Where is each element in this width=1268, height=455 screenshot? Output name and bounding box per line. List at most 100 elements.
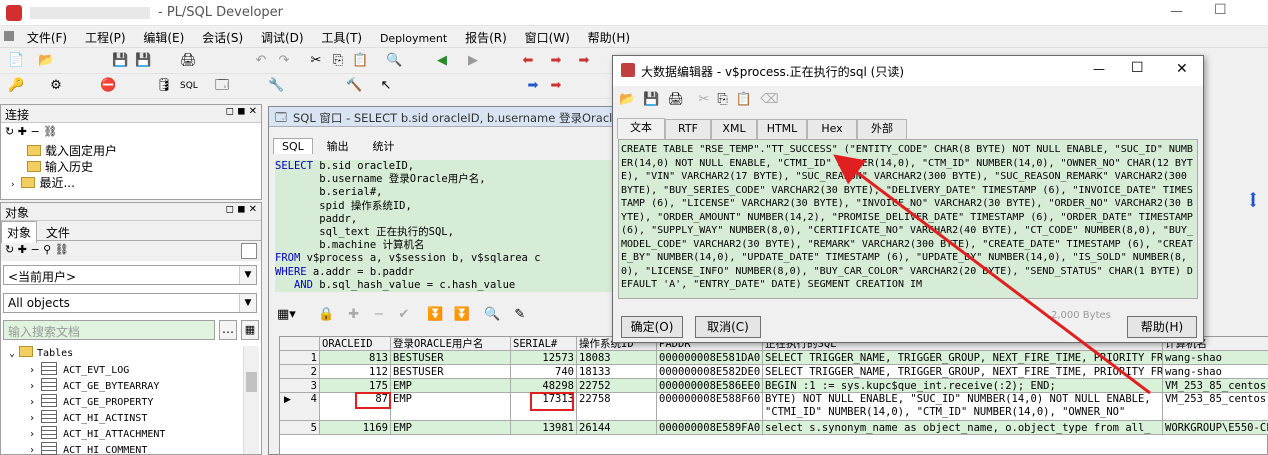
- add-icon[interactable]: ✚: [18, 125, 27, 138]
- tab-objects[interactable]: 对象: [1, 221, 38, 243]
- username-cell[interactable]: EMP: [391, 379, 511, 393]
- stop-icon[interactable]: ⛔: [100, 78, 116, 94]
- cut-icon[interactable]: ✂: [698, 92, 709, 107]
- expand-icon[interactable]: ›: [29, 429, 35, 440]
- serial-cell[interactable]: 13981: [511, 421, 577, 435]
- table-item[interactable]: › ACT_HI_ATTACHMENT: [3, 426, 243, 442]
- serial-cell[interactable]: 740: [511, 365, 577, 379]
- username-cell[interactable]: EMP: [391, 421, 511, 435]
- user-combo[interactable]: <当前用户> ▼: [3, 265, 257, 285]
- arrow-right-icon[interactable]: ➡: [548, 53, 564, 69]
- tab-statistics[interactable]: 统计: [362, 137, 404, 155]
- sql-editor[interactable]: SELECT b.sid oracleID, b.username 登录Orac…: [275, 160, 615, 292]
- sql-text-cell[interactable]: BEGIN :1 := sys.kupc$que_int.receive(:2)…: [763, 379, 1163, 393]
- tab-files[interactable]: 文件: [41, 222, 75, 243]
- sql-text-cell[interactable]: SELECT TRIGGER_NAME, TRIGGER_GROUP, NEXT…: [763, 365, 1163, 379]
- lock-icon[interactable]: 🔒: [318, 307, 334, 322]
- os-id-cell[interactable]: 18083: [577, 351, 657, 365]
- menu-window[interactable]: 窗口(W): [518, 26, 577, 49]
- sql-text-cell[interactable]: select s.synonym_name as object_name, o.…: [763, 421, 1163, 435]
- column-header[interactable]: SERIAL#: [511, 337, 577, 351]
- print-icon[interactable]: 🖨: [180, 53, 197, 69]
- expand-icon[interactable]: ›: [29, 365, 35, 376]
- link-icon[interactable]: ⛓: [43, 125, 57, 138]
- paste-icon[interactable]: 📋: [352, 53, 368, 69]
- tab-sql[interactable]: SQL: [273, 138, 313, 154]
- paste-icon[interactable]: 📋: [736, 92, 752, 107]
- paddr-cell[interactable]: 000000008E589FA0: [657, 421, 763, 435]
- tab-html[interactable]: HTML: [757, 119, 807, 139]
- scroll-down-icon[interactable]: ⬇: [1248, 196, 1258, 210]
- os-id-cell[interactable]: 26144: [577, 421, 657, 435]
- menu-icon[interactable]: [4, 31, 14, 41]
- fetch-next-icon[interactable]: ⏬: [427, 307, 443, 322]
- machine-cell[interactable]: VM_253_85_centos: [1163, 393, 1268, 421]
- key-icon[interactable]: 🔑: [8, 78, 24, 94]
- cmd-icon[interactable]: 🗔: [214, 78, 230, 94]
- save-icon[interactable]: 💾: [112, 53, 128, 69]
- menu-debug[interactable]: 调试(D): [254, 26, 311, 49]
- search-input[interactable]: 输入搜索文档: [3, 320, 215, 340]
- tab-output[interactable]: 输出: [317, 137, 359, 155]
- column-header[interactable]: [280, 337, 320, 351]
- wrench-icon[interactable]: 🔨: [346, 78, 362, 94]
- panel-controls[interactable]: ◻ ◼ ✕: [226, 106, 257, 117]
- row-number[interactable]: 1: [280, 351, 320, 365]
- paddr-cell[interactable]: 000000008E581DA0: [657, 351, 763, 365]
- remove-icon[interactable]: −: [30, 125, 39, 138]
- menu-help[interactable]: 帮助(H): [581, 26, 637, 49]
- gear-icon[interactable]: ⚙: [48, 78, 64, 94]
- os-id-cell[interactable]: 22758: [577, 393, 657, 421]
- row-number[interactable]: 2: [280, 365, 320, 379]
- back-icon[interactable]: ◀: [434, 53, 450, 69]
- menu-file[interactable]: 文件(F): [20, 26, 74, 49]
- serial-cell[interactable]: 48298: [511, 379, 577, 393]
- menu-deployment[interactable]: Deployment: [373, 29, 454, 48]
- paddr-cell[interactable]: 000000008E586EE0: [657, 379, 763, 393]
- main-minimize-button[interactable]: —: [1170, 4, 1183, 19]
- ok-button[interactable]: 确定(O): [621, 316, 683, 338]
- open-icon[interactable]: 📂: [38, 53, 54, 69]
- refresh-icon[interactable]: ↻: [5, 125, 14, 138]
- grid-view-icon[interactable]: ▦▾: [277, 307, 296, 322]
- sql-text-cell[interactable]: BYTE) NOT NULL ENABLE, "SUC_ID" NUMBER(1…: [763, 393, 1163, 421]
- grid-icon[interactable]: ▦: [241, 320, 259, 340]
- menu-session[interactable]: 会话(S): [195, 26, 250, 49]
- undo-icon[interactable]: ↶: [253, 53, 269, 69]
- find-icon[interactable]: ⚲: [43, 243, 51, 256]
- username-cell[interactable]: BESTUSER: [391, 351, 511, 365]
- oracleid-cell[interactable]: 813: [320, 351, 391, 365]
- forward-icon[interactable]: ▶: [465, 53, 481, 69]
- remove-icon[interactable]: −: [30, 243, 39, 256]
- expand-icon[interactable]: ›: [11, 180, 15, 190]
- open-icon[interactable]: 📂: [619, 92, 635, 107]
- find-icon[interactable]: 🔍: [386, 53, 402, 69]
- tree-item[interactable]: 输入历史: [11, 159, 261, 175]
- dialog-minimize-button[interactable]: —: [1093, 62, 1105, 76]
- save-icon[interactable]: 💾: [643, 92, 659, 107]
- os-id-cell[interactable]: 22752: [577, 379, 657, 393]
- oracleid-cell[interactable]: 1169: [320, 421, 391, 435]
- filter-checkbox[interactable]: [241, 243, 257, 259]
- row-number[interactable]: 3: [280, 379, 320, 393]
- new-icon[interactable]: 📄: [8, 53, 24, 69]
- filter-combo[interactable]: All objects ▼: [3, 293, 257, 313]
- tree-item[interactable]: 载入固定用户: [11, 143, 261, 159]
- serial-cell[interactable]: 12573: [511, 351, 577, 365]
- menu-tools[interactable]: 工具(T): [314, 26, 369, 49]
- panel-controls[interactable]: ◻ ◼ ✕: [226, 204, 257, 215]
- table-item[interactable]: › ACT_GE_BYTEARRAY: [3, 378, 243, 394]
- expand-icon[interactable]: ›: [29, 445, 35, 455]
- expand-icon[interactable]: ›: [29, 397, 35, 408]
- username-cell[interactable]: EMP: [391, 393, 511, 421]
- machine-cell[interactable]: wang-shao: [1163, 351, 1268, 365]
- help-button[interactable]: 帮助(H): [1127, 316, 1197, 338]
- link-icon[interactable]: ⛓: [55, 243, 69, 256]
- db-icon[interactable]: 🛢: [156, 78, 173, 94]
- cancel-button[interactable]: 取消(C): [695, 316, 761, 338]
- tree-root[interactable]: ⌄ Tables: [3, 346, 243, 362]
- row-number[interactable]: 5: [280, 421, 320, 435]
- add-icon[interactable]: ✚: [18, 243, 27, 256]
- redo-icon[interactable]: ↷: [276, 53, 292, 69]
- machine-cell[interactable]: WORKGROUP\E550-CF: [1163, 421, 1268, 435]
